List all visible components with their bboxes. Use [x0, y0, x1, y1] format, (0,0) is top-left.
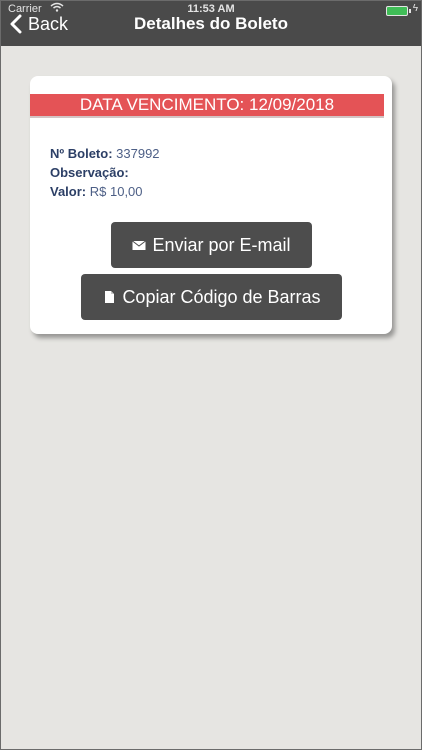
charging-icon: ϟ — [412, 3, 418, 14]
copy-barcode-button[interactable]: Copiar Código de Barras — [81, 274, 342, 320]
observation-row: Observação: — [50, 163, 160, 182]
send-email-label: Enviar por E-mail — [152, 234, 291, 255]
boleto-card: DATA VENCIMENTO: 12/09/2018 Nº Boleto: 3… — [30, 76, 392, 334]
send-email-button[interactable]: Enviar por E-mail — [111, 222, 312, 268]
page-title: Detalhes do Boleto — [134, 14, 288, 33]
boleto-number-label: Nº Boleto: — [50, 146, 113, 161]
amount-row: Valor: R$ 10,00 — [50, 182, 160, 201]
boleto-info: Nº Boleto: 337992 Observação: Valor: R$ … — [50, 144, 160, 201]
amount-label: Valor: — [50, 184, 87, 199]
copy-barcode-label: Copiar Código de Barras — [122, 286, 321, 307]
boleto-number-row: Nº Boleto: 337992 — [50, 144, 160, 163]
amount-value: R$ 10,00 — [89, 184, 143, 199]
due-date-banner: DATA VENCIMENTO: 12/09/2018 — [30, 94, 384, 118]
envelope-icon — [132, 240, 147, 250]
observation-label: Observação: — [50, 165, 129, 180]
navigation-bar: Carrier 11:53 AM ϟ Back Detalhes do Bole… — [0, 0, 422, 46]
boleto-number-value: 337992 — [116, 146, 160, 161]
document-icon — [105, 291, 115, 303]
